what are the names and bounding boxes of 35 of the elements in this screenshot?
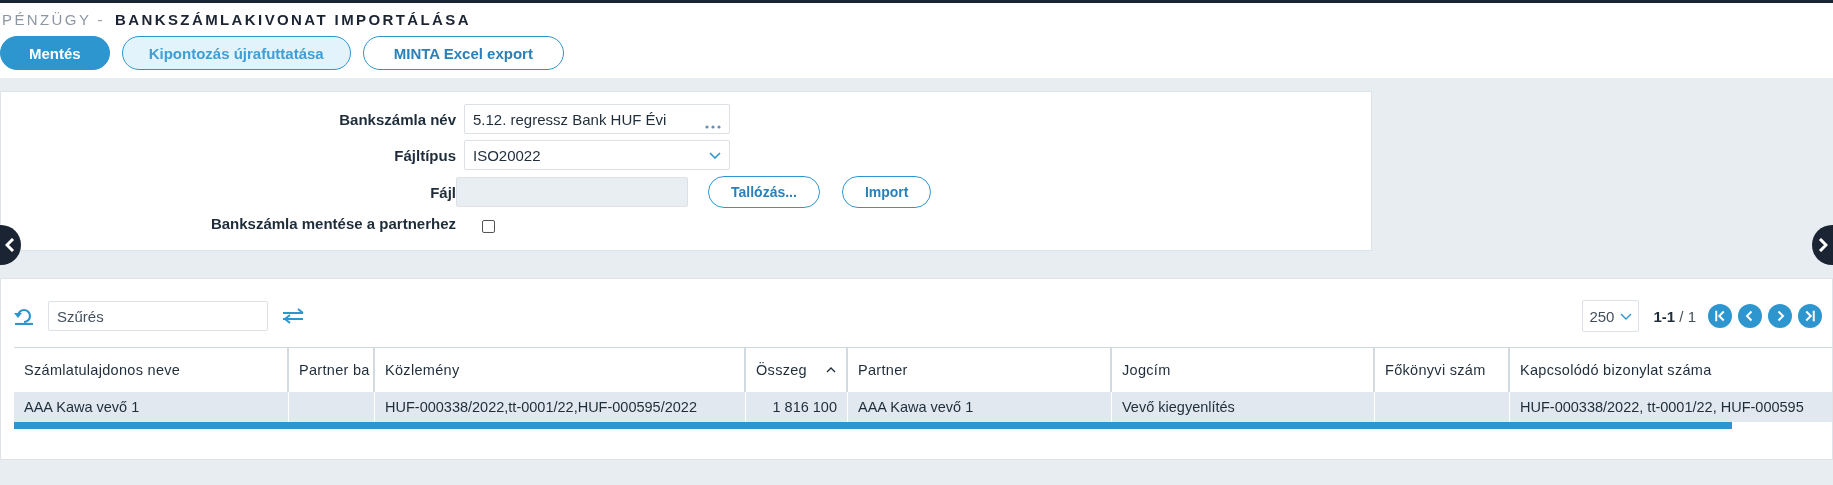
table-cell: Vevő kiegyenlítés bbox=[1112, 392, 1375, 422]
toolbar-button[interactable]: MINTA Excel export bbox=[362, 36, 564, 70]
field-label: Fájl bbox=[429, 183, 456, 201]
scrollbar[interactable] bbox=[14, 421, 1732, 429]
page-size-dropdown[interactable]: 250 bbox=[1582, 300, 1640, 332]
field-label: Bankszámla név bbox=[338, 110, 456, 128]
page-title: BANKSZÁMLAKIVONAT IMPORTÁLÁSA bbox=[115, 11, 471, 28]
first-page-icon[interactable] bbox=[1708, 304, 1732, 328]
last-page-icon[interactable] bbox=[1798, 304, 1822, 328]
table-cell: AAA Kawa vevő 1 bbox=[848, 392, 1112, 422]
refresh-icon[interactable] bbox=[14, 307, 34, 325]
chevron-right-icon bbox=[1818, 238, 1828, 252]
field-label: Bankszámla mentése a partnerhez bbox=[209, 215, 456, 232]
page-range: 1-1 / 1 bbox=[1653, 307, 1696, 325]
table-cell: HUF-000338/2022,tt-0001/22,HUF-000595/2022 bbox=[375, 392, 746, 422]
swap-icon[interactable] bbox=[282, 308, 306, 324]
import-button[interactable]: Import bbox=[841, 176, 932, 208]
chevron-down-icon bbox=[709, 151, 721, 159]
chevron-down-icon bbox=[1620, 312, 1633, 320]
more-icon[interactable] bbox=[705, 125, 721, 129]
breadcrumb-section: PÉNZÜGY - bbox=[2, 11, 105, 28]
checkbox[interactable] bbox=[482, 220, 495, 233]
filter-field[interactable]: Szűrés bbox=[48, 301, 268, 331]
table-cell: 1 816 100 bbox=[746, 392, 848, 422]
bank-account-field[interactable]: 5.12. regressz Bank HUF Évi bbox=[464, 104, 730, 134]
chevron-right-icon[interactable] bbox=[1768, 304, 1792, 328]
browse-button[interactable]: Tallózás... bbox=[708, 176, 820, 208]
table-cell: HUF-000338/2022, tt-0001/22, HUF-000595 bbox=[1510, 392, 1832, 422]
chevron-left-icon[interactable] bbox=[1738, 304, 1762, 328]
field-label: Fájltípus bbox=[393, 146, 456, 164]
file-type-dropdown[interactable]: ISO20022 bbox=[464, 140, 730, 170]
table-cell: AAA Kawa vevő 1 bbox=[14, 392, 289, 422]
sort-icon bbox=[826, 367, 836, 373]
chevron-left-icon bbox=[5, 238, 15, 252]
file-field[interactable] bbox=[456, 177, 688, 207]
